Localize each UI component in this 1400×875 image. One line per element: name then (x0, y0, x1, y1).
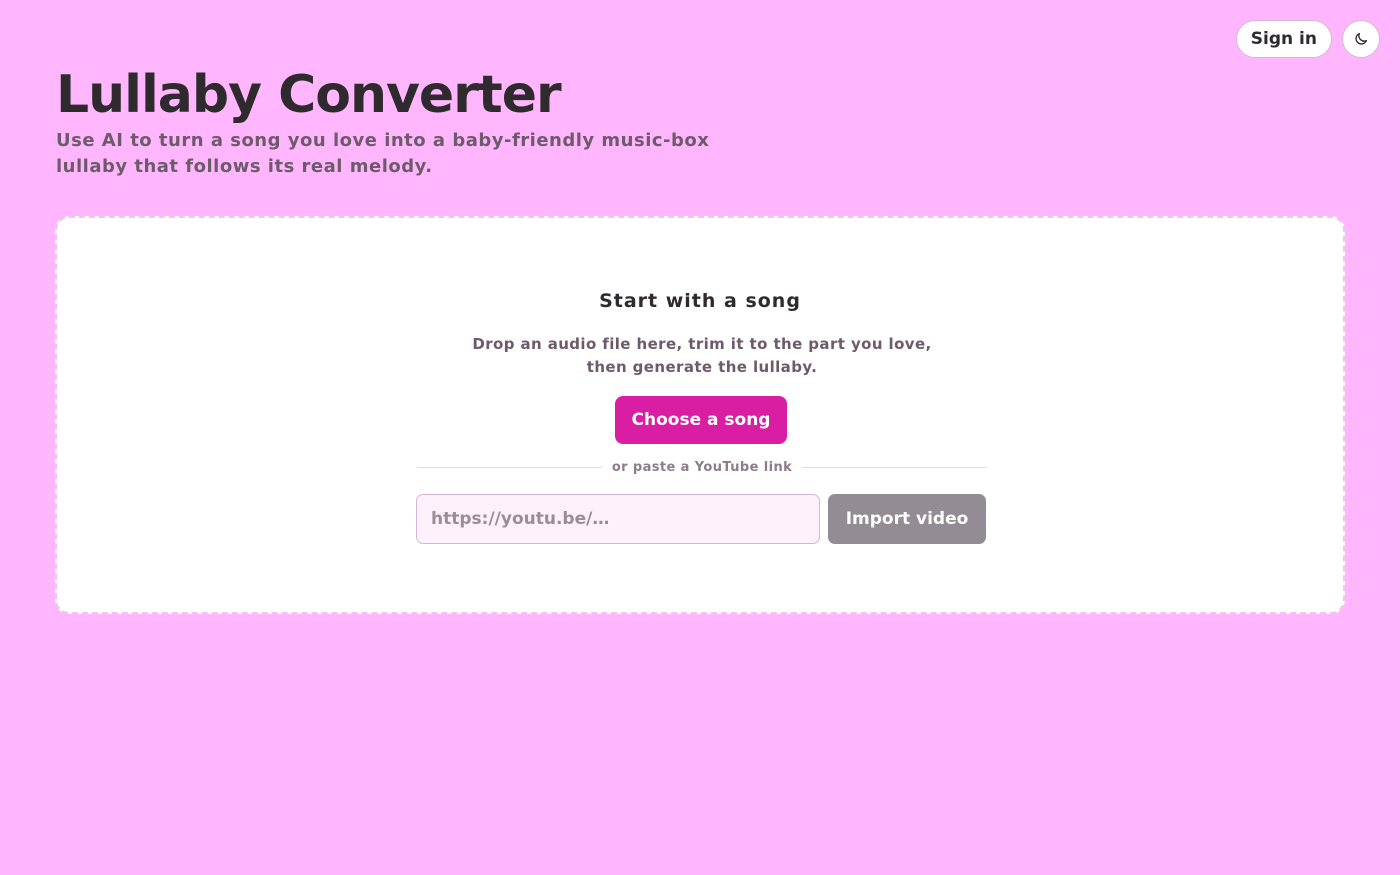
top-actions: Sign in (1235, 20, 1380, 58)
choose-song-button[interactable]: Choose a song (615, 396, 787, 444)
card-description: Drop an audio file here, trim it to the … (472, 335, 932, 376)
youtube-import-row: Import video (416, 494, 986, 546)
divider-line-right (802, 467, 987, 468)
hero: Lullaby Converter Use AI to turn a song … (56, 62, 736, 180)
card-title: Start with a song (599, 290, 801, 312)
youtube-url-input[interactable] (416, 494, 820, 544)
page-subtitle: Use AI to turn a song you love into a ba… (56, 130, 710, 177)
or-divider: or paste a YouTube link (417, 460, 987, 475)
import-video-button[interactable]: Import video (828, 494, 986, 544)
divider-text: or paste a YouTube link (611, 460, 793, 475)
song-drop-zone[interactable]: Start with a song Drop an audio file her… (55, 216, 1345, 614)
sign-in-button[interactable]: Sign in (1235, 20, 1332, 58)
moon-icon (1355, 33, 1367, 45)
divider-line-left (417, 467, 602, 468)
page-title: Lullaby Converter (56, 65, 562, 125)
theme-toggle-button[interactable] (1342, 20, 1380, 58)
